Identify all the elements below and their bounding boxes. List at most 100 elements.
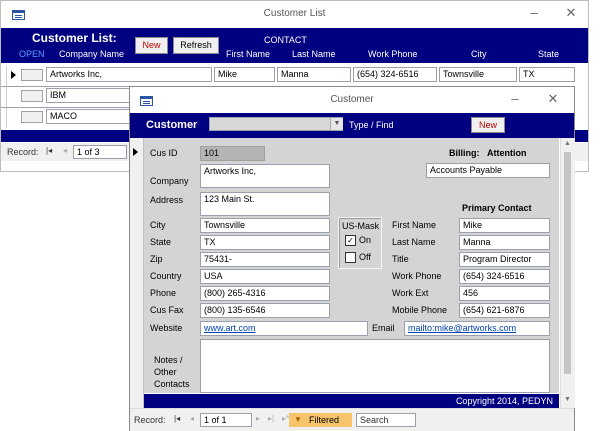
address-label: Address [150,195,184,205]
city-field[interactable]: Townsville [200,218,330,233]
country-label: Country [150,271,182,281]
cus-fax-label: Cus Fax [150,305,184,315]
record-label: Record: [7,147,39,157]
mobile-phone-label: Mobile Phone [392,305,448,315]
new-customer-button[interactable]: New [471,117,505,133]
record-selector[interactable] [130,138,144,408]
billing-attention-field[interactable]: Accounts Payable [426,163,550,178]
col-last-name: Last Name [292,49,336,59]
vertical-scrollbar[interactable]: ▲ ▼ [560,138,575,408]
open-record-button[interactable] [21,111,43,123]
country-field[interactable]: USA [200,269,330,284]
record-label: Record: [134,415,166,425]
first-record-button[interactable]: |◂ [46,146,52,155]
website-label: Website [150,323,183,333]
customer-titlebar[interactable]: Customer – ✕ [130,87,574,113]
refresh-button[interactable]: Refresh [173,37,219,54]
notes-label-line2: Other [154,367,177,377]
search-input[interactable]: Search [356,413,416,427]
scroll-thumb[interactable] [564,152,571,374]
us-mask-on-label: On [359,235,372,245]
first-record-button[interactable]: |◂ [174,414,180,423]
mobile-phone-field[interactable]: (654) 621-6876 [459,303,550,318]
filtered-label: Filtered [309,415,340,425]
first-name-label: First Name [392,220,437,230]
customer-header: Customer ▼ Type / Find New [130,113,574,138]
new-button[interactable]: New [135,37,168,54]
company-field[interactable]: Artworks Inc, [200,164,330,188]
us-mask-off-label: Off [359,252,371,262]
title-label: Title [392,254,409,264]
prev-record-button[interactable]: ◂ [190,414,194,423]
notes-label-line1: Notes / [154,355,183,365]
address-field[interactable]: 123 Main St. [200,192,330,216]
zip-field[interactable]: 75431- [200,252,330,267]
open-record-button[interactable] [21,90,43,102]
scroll-down-icon[interactable]: ▼ [564,396,571,403]
email-field[interactable]: mailto:mike@artworks.com [404,321,550,336]
work-phone-cell[interactable]: (654) 324-6516 [353,67,437,82]
title-field[interactable]: Program Director [459,252,550,267]
next-record-button[interactable]: ▸ [256,414,260,423]
phone-field[interactable]: (800) 265-4316 [200,286,330,301]
customer-combo[interactable] [209,117,343,131]
zip-label: Zip [150,254,163,264]
record-number[interactable]: 1 of 1 [200,413,252,427]
col-city: City [471,49,487,59]
work-phone-label: Work Phone [392,271,442,281]
work-ext-label: Work Ext [392,288,429,298]
website-field[interactable]: www.art.com [200,321,368,336]
work-phone-field[interactable]: (654) 324-6516 [459,269,550,284]
billing-label: Billing: [449,148,480,158]
current-record-indicator [133,148,138,156]
us-mask-group: US-Mask ✓ On Off [338,217,382,269]
row-selector-column [2,66,7,128]
close-button[interactable]: ✕ [560,4,582,22]
customer-form-window: Customer – ✕ Customer ▼ Type / Find New … [129,86,575,431]
city-label: City [150,220,166,230]
type-find-label: Type / Find [349,120,394,130]
table-row[interactable]: Artworks Inc, Mike Manna (654) 324-6516 … [19,66,588,85]
email-label: Email [372,323,395,333]
copyright-text: Copyright 2014, PEDYN [455,396,553,406]
filter-status[interactable]: ▼ Filtered [289,413,352,427]
customer-footer: Copyright 2014, PEDYN [144,394,559,408]
list-header: Customer List: New Refresh CONTACT OPEN … [1,28,588,63]
last-name-cell[interactable]: Manna [277,67,351,82]
scroll-up-icon[interactable]: ▲ [564,140,571,147]
customer-detail-body: Cus ID 101 Billing: Attention Accounts P… [144,138,559,393]
record-number[interactable]: 1 of 3 [73,145,127,159]
contact-group-header: CONTACT [264,35,307,45]
chevron-down-icon[interactable]: ▼ [330,118,343,130]
current-record-indicator [11,71,16,79]
state-field[interactable]: TX [200,235,330,250]
us-mask-off-checkbox[interactable] [345,252,356,263]
us-mask-label: US-Mask [342,221,380,231]
us-mask-on-checkbox[interactable]: ✓ [345,235,356,246]
first-name-field[interactable]: Mike [459,218,550,233]
col-open: OPEN [19,49,45,59]
prev-record-button[interactable]: ◂ [63,146,67,155]
close-button[interactable]: ✕ [542,90,564,108]
cus-id-label: Cus ID [150,148,178,158]
minimize-button[interactable]: – [504,90,526,108]
city-cell[interactable]: Townsville [439,67,517,82]
last-name-label: Last Name [392,237,436,247]
last-name-field[interactable]: Manna [459,235,550,250]
company-cell[interactable]: Artworks Inc, [46,67,212,82]
filter-icon: ▼ [294,415,302,424]
col-company: Company Name [59,49,125,59]
last-record-button[interactable]: ▸| [268,414,274,423]
first-name-cell[interactable]: Mike [214,67,275,82]
cus-fax-field[interactable]: (800) 135-6546 [200,303,330,318]
notes-field[interactable] [200,339,550,393]
minimize-button[interactable]: – [523,4,545,22]
state-cell[interactable]: TX [519,67,575,82]
cus-id-field: 101 [200,146,265,161]
state-label: State [150,237,172,247]
customer-list-titlebar[interactable]: Customer List – ✕ [1,1,588,27]
open-record-button[interactable] [21,69,43,81]
work-ext-field[interactable]: 456 [459,286,550,301]
primary-contact-label: Primary Contact [462,203,532,213]
list-title: Customer List: [32,31,117,45]
